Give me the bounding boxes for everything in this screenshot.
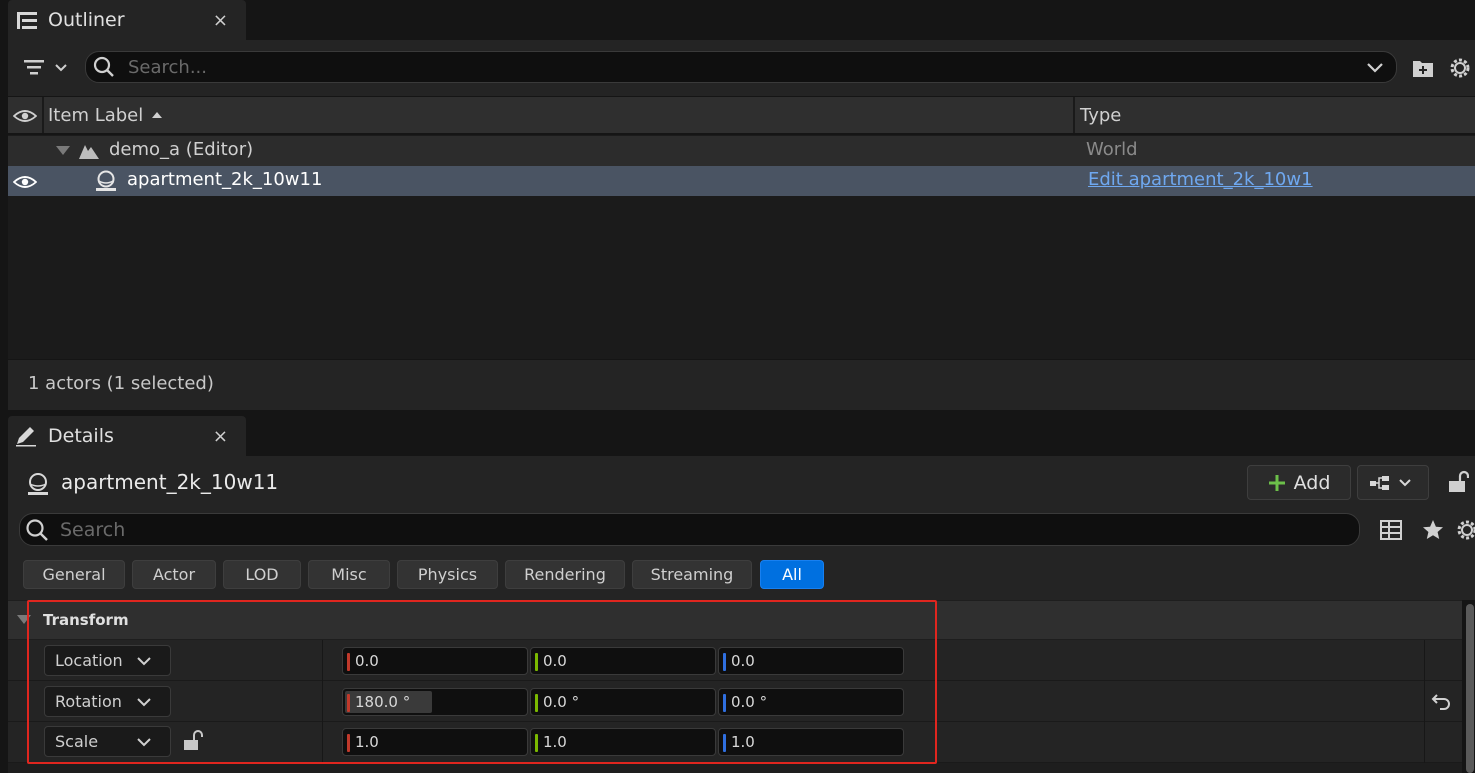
table-view-icon[interactable]	[1378, 517, 1404, 543]
chevron-down-icon[interactable]	[1366, 61, 1384, 73]
blueprint-hierarchy-icon	[1368, 473, 1418, 493]
highlight-box	[27, 600, 937, 764]
details-tab-label: Details	[48, 425, 114, 447]
details-close-icon[interactable]: ×	[213, 426, 228, 447]
outliner-search-placeholder: Search...	[128, 56, 208, 78]
filter-misc[interactable]: Misc	[308, 560, 390, 589]
filter-icon[interactable]	[20, 54, 72, 82]
filter-lod[interactable]: LOD	[223, 560, 301, 589]
filter-physics[interactable]: Physics	[397, 560, 498, 589]
visibility-column-eye-icon[interactable]	[12, 103, 38, 129]
outliner-status-text: 1 actors (1 selected)	[28, 373, 214, 394]
actor-row-label: apartment_2k_10w11	[127, 169, 323, 190]
world-row-label: demo_a (Editor)	[109, 139, 254, 160]
filter-general[interactable]: General	[23, 560, 125, 589]
sort-ascending-icon	[151, 111, 163, 119]
reset-column-divider	[1424, 640, 1425, 763]
outliner-tab-label: Outliner	[48, 9, 125, 31]
details-actor-name: apartment_2k_10w11	[61, 470, 279, 494]
favorites-star-icon[interactable]	[1420, 517, 1446, 543]
world-icon	[77, 140, 101, 162]
actor-mesh-icon	[24, 470, 52, 498]
lock-open-icon[interactable]	[1444, 468, 1472, 496]
settings-gear-icon[interactable]	[1446, 55, 1474, 81]
details-scrollbar[interactable]	[1466, 604, 1474, 773]
outliner-close-icon[interactable]: ×	[213, 10, 228, 31]
world-row-type: World	[1086, 139, 1138, 160]
row-visibility-eye-icon[interactable]	[12, 172, 38, 192]
type-column-header[interactable]: Type	[1080, 97, 1470, 133]
type-header-text: Type	[1080, 104, 1122, 126]
reset-to-default-icon[interactable]	[1430, 690, 1452, 712]
details-search-placeholder: Search	[60, 518, 126, 541]
add-button-label: Add	[1293, 471, 1331, 494]
blueprint-options-button[interactable]	[1357, 465, 1429, 500]
details-settings-gear-icon[interactable]	[1455, 517, 1475, 543]
header-divider-2	[1073, 97, 1075, 133]
details-pencil-icon	[14, 425, 38, 447]
static-mesh-actor-icon	[93, 168, 119, 194]
details-search-input[interactable]: Search	[19, 513, 1360, 546]
outliner-status-bar	[8, 360, 1475, 410]
plus-icon	[1268, 474, 1286, 492]
add-folder-icon[interactable]	[1410, 55, 1436, 81]
item-label-column-header[interactable]: Item Label	[48, 97, 1072, 133]
outliner-tab[interactable]: Outliner ×	[8, 0, 246, 40]
expand-triangle-icon[interactable]	[55, 143, 71, 159]
outliner-search-input[interactable]: Search...	[85, 51, 1397, 83]
outliner-icon	[16, 10, 38, 30]
actor-row-type-link[interactable]: Edit apartment_2k_10w1	[1088, 169, 1313, 190]
filter-rendering[interactable]: Rendering	[505, 560, 625, 589]
search-icon	[92, 55, 116, 79]
details-tab[interactable]: Details ×	[8, 416, 246, 456]
item-label-header-text: Item Label	[48, 104, 144, 126]
filter-actor[interactable]: Actor	[132, 560, 216, 589]
add-component-button[interactable]: Add	[1247, 465, 1351, 500]
details-search-icon	[24, 517, 50, 543]
header-divider	[42, 97, 44, 133]
filter-streaming[interactable]: Streaming	[632, 560, 752, 589]
filter-all[interactable]: All	[760, 560, 824, 589]
